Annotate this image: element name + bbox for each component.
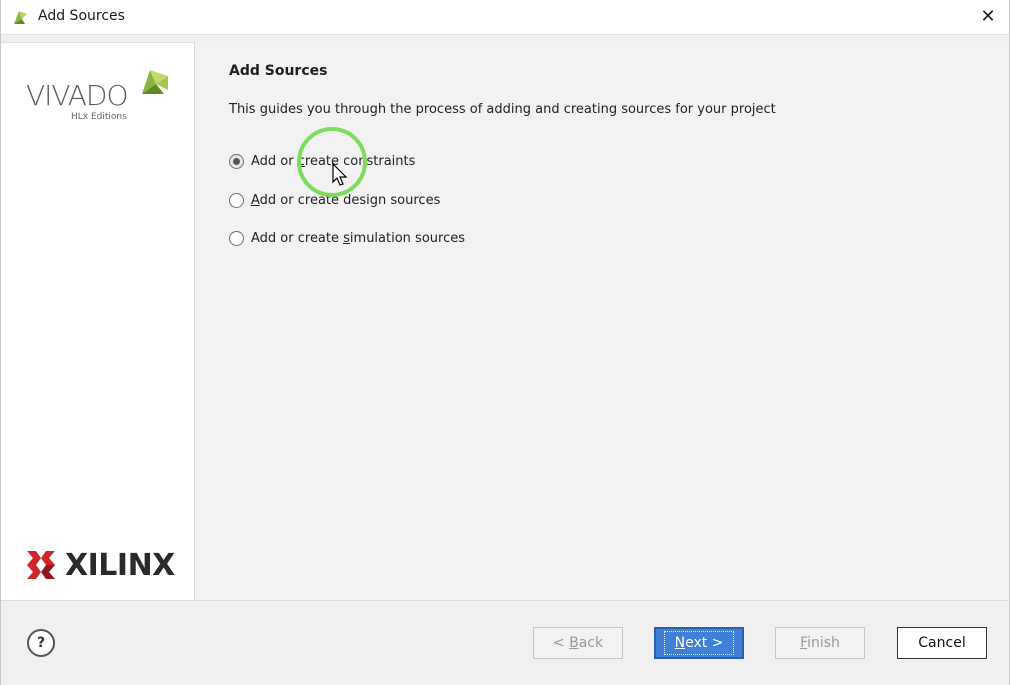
radio-simulation-sources[interactable] [229,230,244,246]
cancel-button-label: Cancel [918,635,966,651]
option-design-sources[interactable]: Add or create design sources [229,190,440,210]
vivado-leaf-icon [14,11,27,24]
option-constraints-label: Add or create constraints [251,153,416,169]
sidebar: VIVADO HLx Editions XILINX ® [1,42,195,601]
cancel-button[interactable]: Cancel [897,627,987,659]
page-title: Add Sources [229,63,328,79]
main-content: Add Sources This guides you through the … [195,42,1009,600]
vivado-logo: VIVADO HLx Editions [26,67,176,127]
xilinx-mark-icon [27,551,55,579]
vivado-edition-text: HLx Editions [71,112,127,122]
option-simulation-sources[interactable]: Add or create simulation sources [229,228,465,248]
close-icon: ✕ [980,5,996,27]
title-bar: Add Sources ✕ [1,0,1009,35]
option-simulation-sources-label: Add or create simulation sources [251,230,465,246]
xilinx-logo: XILINX ® [27,548,177,584]
dialog-footer: ? < Back Next > Finish Cancel [1,600,1009,685]
window-title: Add Sources [38,8,125,24]
next-button[interactable]: Next > [654,627,744,659]
finish-button-label: Finish [800,635,840,651]
back-button-label: < Back [552,635,604,651]
header-spacer [1,35,1009,42]
next-button-label: Next > [663,631,735,655]
close-button[interactable]: ✕ [975,3,1001,29]
page-description: This guides you through the process of a… [229,102,776,117]
finish-button[interactable]: Finish [775,627,865,659]
help-icon: ? [36,635,46,651]
back-button[interactable]: < Back [533,627,623,659]
option-design-sources-label: Add or create design sources [251,192,441,208]
add-sources-dialog: Add Sources ✕ VIVADO HLx Editions XILINX… [0,0,1010,685]
vivado-logo-text: VIVADO [26,79,129,112]
radio-constraints[interactable] [229,153,244,169]
radio-design-sources[interactable] [229,192,244,208]
help-button[interactable]: ? [27,629,55,657]
vivado-leaf-logo-icon [142,70,168,94]
xilinx-registered-mark: ® [165,569,172,577]
option-constraints[interactable]: Add or create constraints [229,151,415,171]
xilinx-logo-text: XILINX [65,548,175,583]
